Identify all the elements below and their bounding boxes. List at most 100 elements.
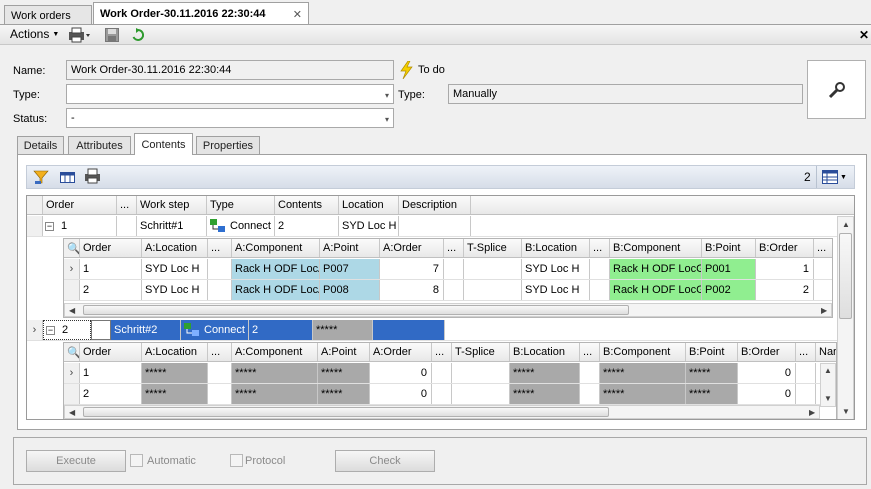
col-more[interactable]: ... [580, 343, 600, 361]
status-select[interactable]: - ▾ [66, 108, 394, 128]
tab-work-orders[interactable]: Work orders [4, 5, 92, 25]
col-a-component[interactable]: A:Component [232, 343, 318, 361]
col-location[interactable]: Location [339, 196, 399, 214]
cell-a-order: 8 [380, 280, 444, 300]
cell-b-component: ***** [600, 363, 686, 383]
col-a-location[interactable]: A:Location [142, 343, 208, 361]
col-b-order[interactable]: B:Order [756, 239, 814, 257]
row-editor-cell[interactable] [91, 320, 111, 340]
table-row[interactable]: −1 Schritt#1 Connect 2 SYD Loc H [27, 216, 837, 237]
col-b-component[interactable]: B:Component [610, 239, 702, 257]
layout-menu-button[interactable]: ▼ [816, 166, 852, 188]
table-row[interactable]: › 1 ***** ***** ***** 0 ***** ***** ****… [64, 363, 820, 384]
cell-order: 2 [80, 384, 142, 404]
filter-icon[interactable] [33, 169, 49, 185]
scroll-down-icon[interactable]: ▼ [824, 394, 832, 403]
wrench-icon [828, 81, 845, 98]
table-row[interactable]: 2 SYD Loc H Rack H ODF LocA P008 8 SYD L… [64, 280, 832, 301]
search-icon[interactable]: 🔍 [64, 343, 80, 361]
check-button[interactable]: Check [335, 450, 435, 472]
print-preview-icon[interactable] [84, 168, 102, 184]
col-more[interactable]: ... [590, 239, 610, 257]
type-select[interactable]: ▾ [66, 84, 394, 104]
col-t-splice[interactable]: T-Splice [464, 239, 522, 257]
status-select-value: - [71, 112, 75, 124]
col-order[interactable]: Order [80, 343, 142, 361]
search-icon[interactable]: 🔍 [64, 239, 80, 257]
cell-more [208, 384, 232, 404]
col-t-splice[interactable]: T-Splice [452, 343, 510, 361]
print-icon[interactable] [68, 27, 92, 43]
col-a-order[interactable]: A:Order [370, 343, 432, 361]
col-b-component[interactable]: B:Component [600, 343, 686, 361]
col-description[interactable]: Description [399, 196, 471, 214]
col-a-point[interactable]: A:Point [320, 239, 380, 257]
name-field[interactable]: Work Order-30.11.2016 22:30:44 [66, 60, 394, 80]
save-icon[interactable] [105, 28, 119, 42]
col-more[interactable]: ... [796, 343, 816, 361]
table-row[interactable]: › 1 SYD Loc H Rack H ODF LocA P007 7 SYD… [64, 259, 832, 280]
cell-more [590, 280, 610, 300]
refresh-icon[interactable] [131, 28, 145, 42]
collapse-icon[interactable]: − [45, 221, 54, 231]
detail2-vscrollbar[interactable]: ▲ ▼ [820, 363, 836, 407]
automatic-checkbox[interactable] [130, 454, 143, 467]
tool-icon-box[interactable] [807, 60, 866, 119]
col-more[interactable]: ... [432, 343, 452, 361]
col-type[interactable]: Type [207, 196, 275, 214]
close-tab-icon[interactable]: ✕ [293, 8, 302, 21]
col-b-order[interactable]: B:Order [738, 343, 796, 361]
collapse-icon[interactable]: − [46, 325, 55, 335]
close-panel-icon[interactable]: ✕ [859, 28, 869, 42]
col-b-location[interactable]: B:Location [522, 239, 590, 257]
cell-b-point: P001 [702, 259, 756, 279]
tab-details[interactable]: Details [17, 136, 64, 154]
col-order[interactable]: Order [43, 196, 117, 214]
detail2-hscrollbar[interactable]: ◀ ▶ [64, 405, 820, 419]
scroll-left-icon[interactable]: ◀ [69, 408, 75, 417]
scroll-left-icon[interactable]: ◀ [69, 306, 75, 315]
type2-field: Manually [448, 84, 803, 104]
col-a-component[interactable]: A:Component [232, 239, 320, 257]
tab-attributes[interactable]: Attributes [68, 136, 131, 154]
scroll-right-icon[interactable]: ▶ [821, 306, 827, 315]
col-more[interactable]: ... [208, 239, 232, 257]
table-row[interactable]: 2 ***** ***** ***** 0 ***** ***** ***** … [64, 384, 820, 405]
scroll-up-icon[interactable]: ▲ [842, 220, 850, 229]
status-label: Status: [13, 113, 48, 125]
col-b-point[interactable]: B:Point [702, 239, 756, 257]
lightning-icon [398, 60, 414, 80]
col-name[interactable]: Nar [816, 343, 836, 361]
tab-work-order-current[interactable]: Work Order-30.11.2016 22:30:44 ✕ [93, 2, 309, 25]
columns-icon[interactable] [60, 170, 76, 184]
main-vscrollbar[interactable]: ▲ ▼ [837, 216, 854, 419]
col-contents[interactable]: Contents [275, 196, 339, 214]
cell-b-order: 2 [756, 280, 814, 300]
col-b-point[interactable]: B:Point [686, 343, 738, 361]
detail1-hscrollbar[interactable]: ◀ ▶ [64, 303, 832, 317]
col-a-point[interactable]: A:Point [318, 343, 370, 361]
col-a-location[interactable]: A:Location [142, 239, 208, 257]
row-type: Connect [230, 220, 271, 232]
scroll-thumb[interactable] [839, 233, 852, 319]
row-indicator [27, 216, 43, 236]
scroll-right-icon[interactable]: ▶ [809, 408, 815, 417]
col-a-order[interactable]: A:Order [380, 239, 444, 257]
col-more[interactable]: ... [117, 196, 137, 214]
col-more[interactable]: ... [208, 343, 232, 361]
col-b-location[interactable]: B:Location [510, 343, 580, 361]
scroll-up-icon[interactable]: ▲ [824, 366, 832, 375]
col-work-step[interactable]: Work step [137, 196, 207, 214]
execute-button[interactable]: Execute [26, 450, 126, 472]
scroll-thumb[interactable] [83, 305, 629, 315]
tab-properties[interactable]: Properties [196, 136, 260, 154]
scroll-down-icon[interactable]: ▼ [842, 407, 850, 416]
protocol-checkbox[interactable] [230, 454, 243, 467]
col-more[interactable]: ... [814, 239, 832, 257]
scroll-thumb[interactable] [83, 407, 609, 417]
tab-contents[interactable]: Contents [134, 133, 193, 155]
actions-menu[interactable]: Actions ▼ [10, 27, 59, 41]
col-order[interactable]: Order [80, 239, 142, 257]
table-row-selected[interactable]: › −2 Schritt#2 Connect 2 ***** [27, 320, 837, 341]
col-more[interactable]: ... [444, 239, 464, 257]
